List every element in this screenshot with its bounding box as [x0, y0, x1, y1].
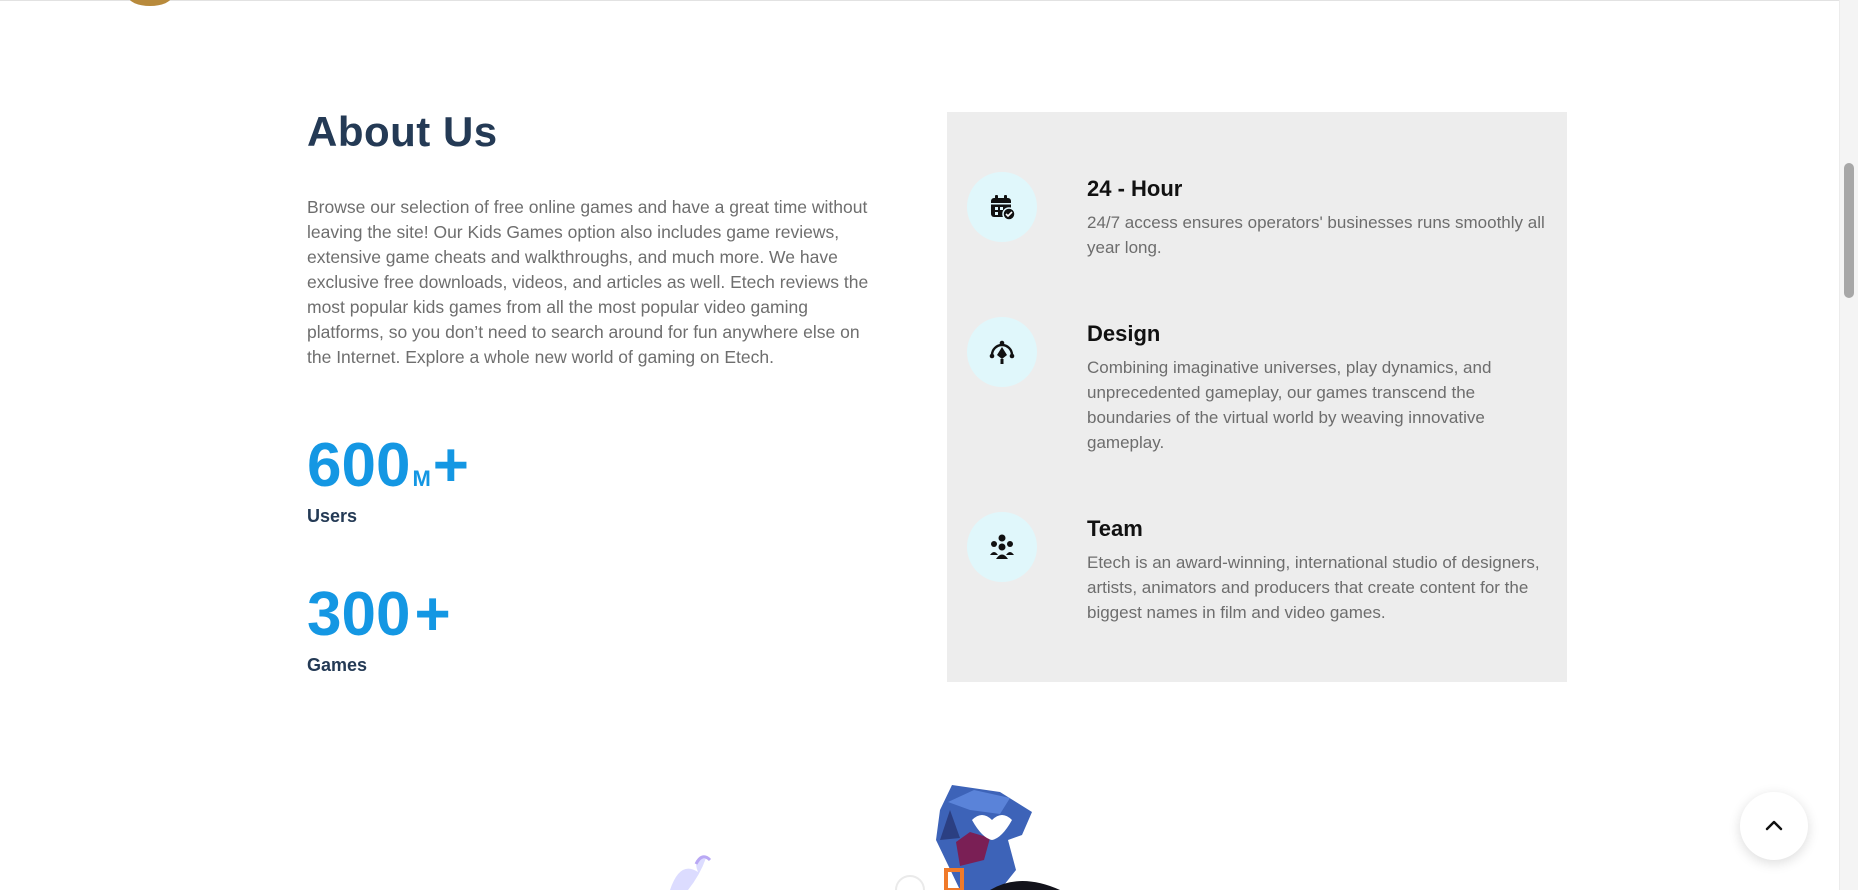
scrollbar-thumb[interactable] — [1844, 163, 1854, 298]
stat-users-unit: M — [412, 466, 431, 491]
about-description: Browse our selection of free online game… — [307, 197, 869, 367]
feature-title: Team — [1087, 516, 1143, 541]
feature-description: Combining imaginative universes, play dy… — [1087, 358, 1492, 452]
chevron-up-icon — [1765, 820, 1783, 831]
feature-description: Etech is an award-winning, international… — [1087, 553, 1540, 622]
page-scrollbar[interactable] — [1839, 0, 1858, 890]
stat-games-value: 300 — [307, 580, 411, 649]
header-bottom-border — [0, 0, 1840, 1]
stat-users-label: Users — [307, 506, 358, 526]
stat-games-number: 300+ — [307, 584, 451, 646]
coin-decoration — [128, 0, 172, 6]
scroll-to-top-button[interactable] — [1740, 792, 1808, 860]
features-panel: 24 - Hour 24/7 access ensures operators'… — [947, 112, 1567, 682]
team-icon — [967, 512, 1037, 582]
stat-users-value: 600 — [307, 431, 411, 500]
feature-description: 24/7 access ensures operators' businesse… — [1087, 213, 1545, 257]
stat-games-label: Games — [307, 655, 368, 675]
about-title: About Us — [307, 108, 498, 155]
stat-users-suffix: + — [432, 431, 469, 500]
stat-users-number: 600M+ — [307, 435, 469, 497]
calendar-check-icon — [967, 172, 1037, 242]
design-pen-icon — [967, 317, 1037, 387]
feature-title: 24 - Hour — [1087, 176, 1183, 201]
stat-games-suffix: + — [414, 580, 451, 649]
feature-title: Design — [1087, 321, 1161, 346]
game-character-illustration — [640, 780, 1100, 890]
